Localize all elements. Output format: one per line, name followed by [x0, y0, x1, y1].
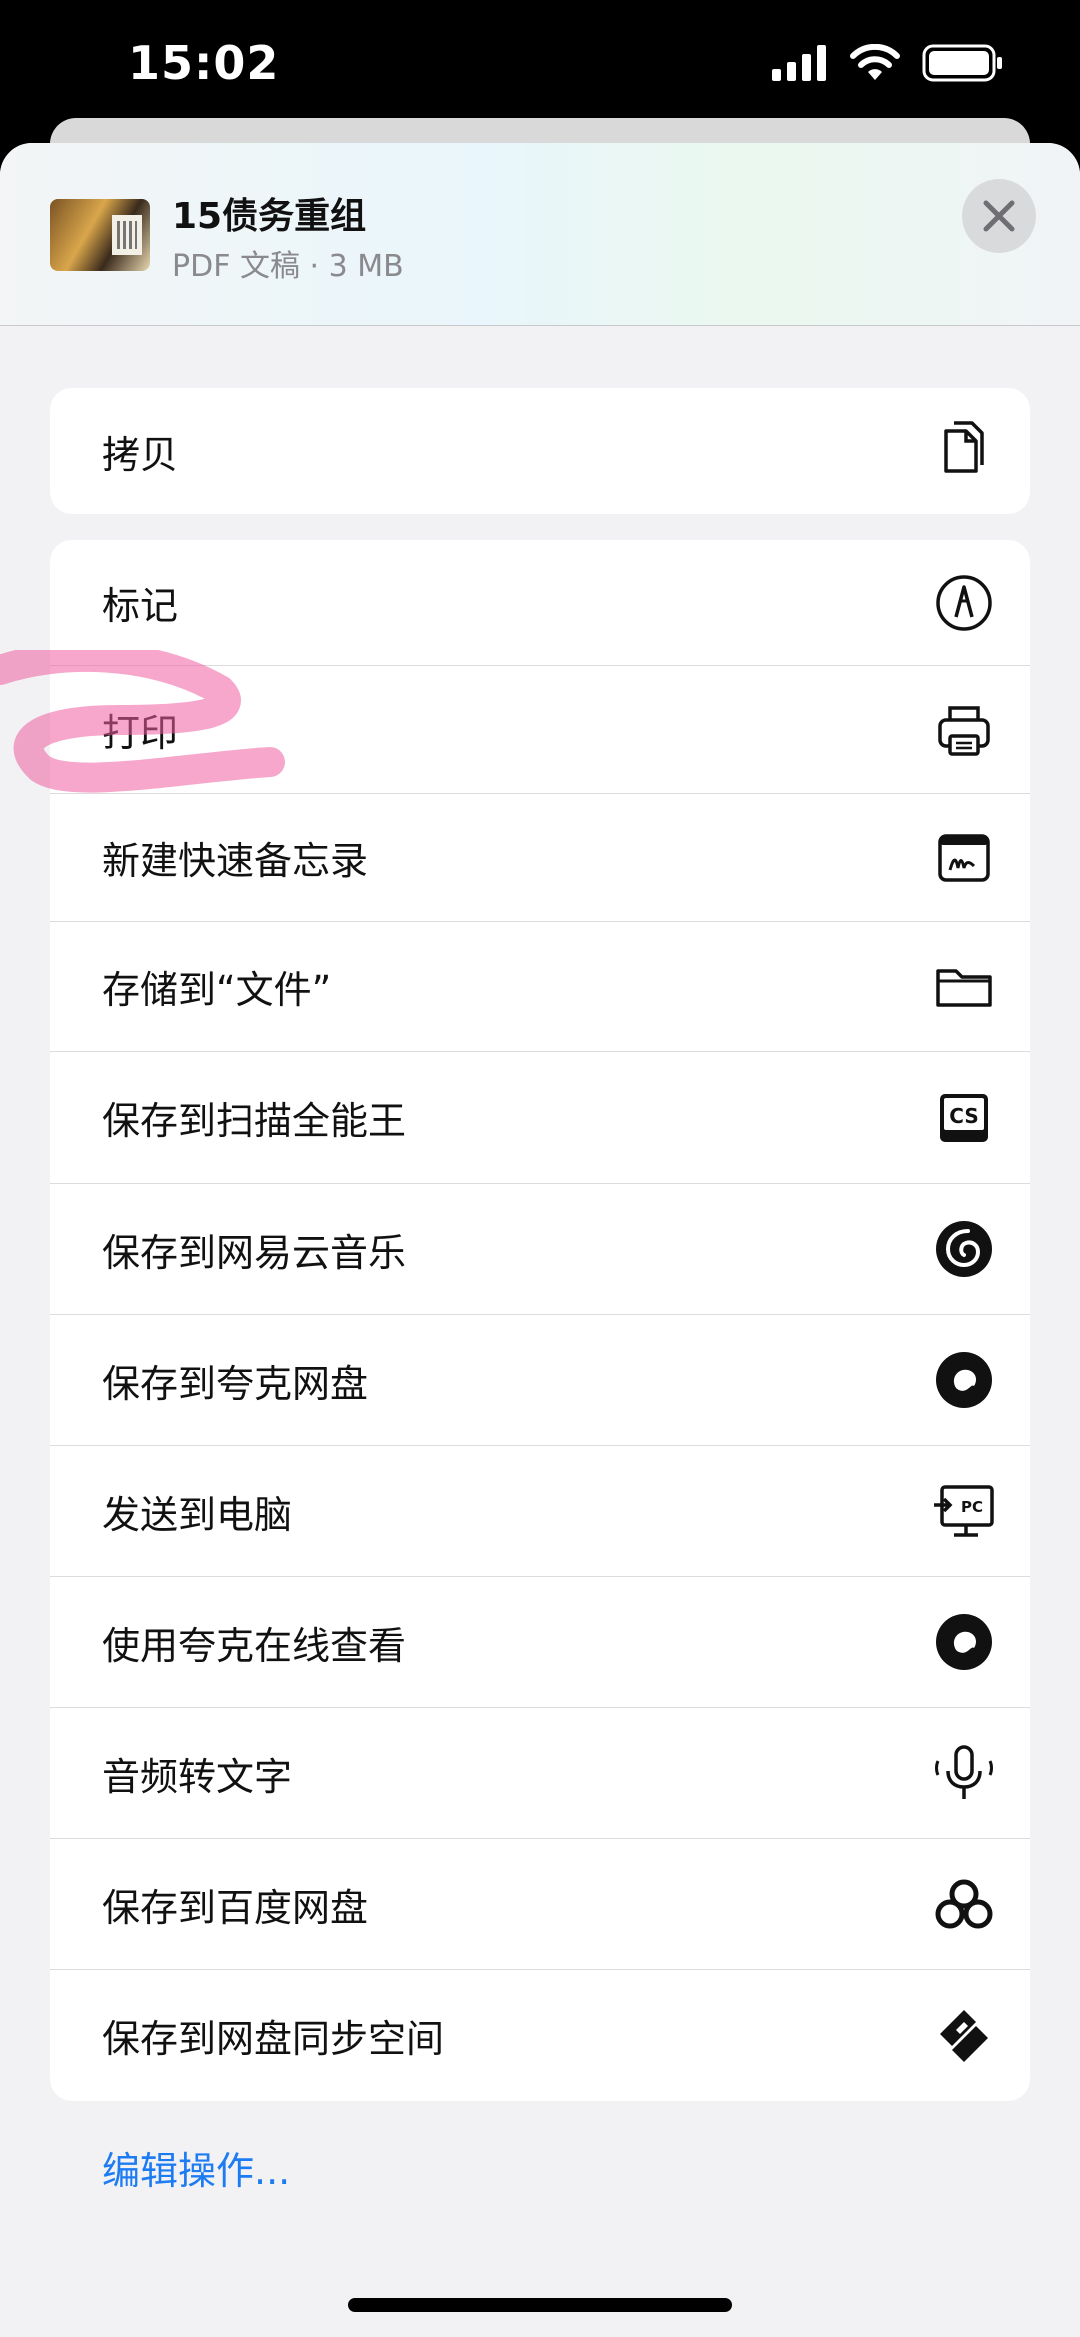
action-label: 保存到百度网盘 — [102, 1885, 369, 1930]
action-save-to-netease-music[interactable]: 保存到网易云音乐 — [50, 1184, 1030, 1315]
status-time: 15:02 — [128, 36, 280, 90]
action-label: 新建快速备忘录 — [102, 839, 369, 883]
share-sheet: 15债务重组 PDF 文稿 · 3 MB 拷贝 标记 打印 新建快速备忘录 存储… — [0, 143, 1080, 2337]
sync-space-icon — [932, 2004, 996, 2068]
quick-note-icon — [932, 826, 996, 890]
action-label: 音频转文字 — [102, 1754, 293, 1799]
close-button[interactable] — [962, 179, 1036, 253]
action-send-to-pc[interactable]: 发送到电脑 PC — [50, 1446, 1030, 1577]
action-label: 保存到网易云音乐 — [102, 1230, 407, 1275]
action-print[interactable]: 打印 — [50, 666, 1030, 794]
file-subtitle: PDF 文稿 · 3 MB — [172, 249, 404, 284]
svg-text:PC: PC — [961, 1498, 983, 1516]
netease-music-icon — [932, 1217, 996, 1281]
action-copy[interactable]: 拷贝 — [50, 388, 1030, 514]
action-label: 存储到“文件” — [102, 968, 332, 1012]
action-save-to-camscanner[interactable]: 保存到扫描全能王 CS — [50, 1052, 1030, 1184]
send-to-pc-icon: PC — [932, 1479, 996, 1543]
document-thumbnail — [50, 199, 150, 271]
baidu-netdisk-icon — [932, 1872, 996, 1936]
action-group-copy: 拷贝 — [50, 388, 1030, 514]
action-label: 保存到网盘同步空间 — [102, 2017, 445, 2061]
action-save-to-sync-space[interactable]: 保存到网盘同步空间 — [50, 1970, 1030, 2101]
file-title: 15债务重组 — [172, 196, 367, 237]
action-markup[interactable]: 标记 — [50, 540, 1030, 666]
action-label: 保存到夸克网盘 — [102, 1361, 369, 1406]
markup-icon — [932, 571, 996, 635]
action-label: 打印 — [102, 711, 179, 755]
quark-icon — [932, 1610, 996, 1674]
action-quick-note[interactable]: 新建快速备忘录 — [50, 794, 1030, 922]
action-audio-to-text[interactable]: 音频转文字 — [50, 1708, 1030, 1839]
action-view-with-quark[interactable]: 使用夸克在线查看 — [50, 1577, 1030, 1708]
quark-icon — [932, 1348, 996, 1412]
folder-icon — [932, 955, 996, 1019]
svg-text:CS: CS — [949, 1104, 978, 1128]
status-icons — [772, 44, 1004, 82]
cellular-signal-icon — [772, 45, 826, 81]
action-save-to-baidu-netdisk[interactable]: 保存到百度网盘 — [50, 1839, 1030, 1970]
camscanner-icon: CS — [932, 1086, 996, 1150]
action-label: 拷贝 — [102, 432, 179, 477]
xmark-icon — [983, 200, 1015, 232]
microphone-icon — [932, 1741, 996, 1805]
printer-icon — [932, 698, 996, 762]
action-label: 标记 — [102, 584, 179, 628]
edit-actions-link[interactable]: 编辑操作... — [102, 2140, 290, 2195]
action-save-to-files[interactable]: 存储到“文件” — [50, 922, 1030, 1052]
action-label: 使用夸克在线查看 — [102, 1623, 407, 1668]
copy-icon — [932, 419, 996, 483]
share-sheet-header: 15债务重组 PDF 文稿 · 3 MB — [0, 143, 1080, 326]
wifi-icon — [850, 44, 900, 80]
battery-icon — [922, 44, 1002, 82]
status-bar: 15:02 — [0, 0, 1080, 130]
action-label: 保存到扫描全能王 — [102, 1099, 407, 1143]
action-label: 发送到电脑 — [102, 1492, 293, 1537]
action-save-to-quark[interactable]: 保存到夸克网盘 — [50, 1315, 1030, 1446]
home-indicator — [348, 2298, 732, 2312]
action-group-main: 标记 打印 新建快速备忘录 存储到“文件” 保存到扫描全能王 CS 保存到网易云… — [50, 540, 1030, 2101]
